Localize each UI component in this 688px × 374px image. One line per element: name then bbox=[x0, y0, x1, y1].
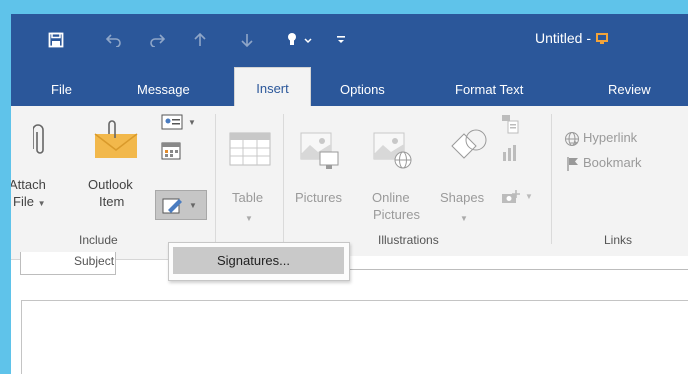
include-group-label: Include bbox=[79, 233, 118, 247]
calendar-button[interactable] bbox=[158, 140, 188, 164]
bookmark-button[interactable]: Bookmark bbox=[564, 155, 688, 175]
calendar-icon bbox=[161, 142, 181, 160]
shapes-dropdown-icon: ▼ bbox=[460, 214, 468, 223]
attach-file-label-2: File ▼ bbox=[13, 194, 46, 212]
signature-button[interactable]: ▼ bbox=[155, 190, 207, 220]
tab-format-text[interactable]: Format Text bbox=[455, 82, 523, 97]
window-title-text: Untitled - bbox=[535, 30, 595, 46]
screenshot-button[interactable]: ▼ bbox=[497, 186, 537, 210]
table-icon bbox=[229, 132, 271, 166]
pictures-label: Pictures bbox=[295, 190, 342, 205]
tab-file[interactable]: File bbox=[51, 82, 72, 97]
attach-file-button[interactable]: Attach File ▼ bbox=[11, 110, 73, 228]
tab-insert[interactable]: Insert bbox=[234, 67, 311, 106]
tables-group-separator bbox=[283, 114, 284, 244]
chart-icon bbox=[503, 145, 516, 161]
signature-dropdown-icon: ▼ bbox=[189, 201, 197, 210]
table-dropdown-icon: ▼ bbox=[245, 214, 253, 223]
screenshot-dropdown-icon: ▼ bbox=[525, 192, 533, 201]
bookmark-label: Bookmark bbox=[583, 155, 642, 170]
smartart-icon bbox=[502, 115, 519, 134]
shapes-icon bbox=[451, 129, 487, 159]
business-card-button[interactable]: ▼ bbox=[158, 112, 202, 136]
undo-icon[interactable] bbox=[103, 28, 125, 52]
links-group-label: Links bbox=[604, 233, 633, 247]
attach-file-label-1: Attach bbox=[11, 177, 46, 192]
outlook-item-label-1: Outlook bbox=[88, 177, 133, 192]
business-card-icon bbox=[161, 114, 183, 130]
outlook-item-icon bbox=[94, 120, 138, 158]
online-pictures-icon bbox=[373, 132, 412, 169]
subject-label: Subject bbox=[74, 254, 115, 268]
outlook-item-label-2: Item bbox=[99, 194, 125, 209]
illustrations-group-separator bbox=[551, 114, 552, 244]
pictures-icon bbox=[300, 132, 339, 169]
signatures-menu-item[interactable]: Signatures... bbox=[173, 247, 344, 274]
bookmark-icon bbox=[567, 157, 578, 171]
tab-insert-label: Insert bbox=[256, 81, 289, 96]
window-app-icon bbox=[595, 33, 608, 44]
business-card-dropdown-icon: ▼ bbox=[188, 118, 196, 127]
illustrations-group-label: Illustrations bbox=[378, 233, 439, 247]
table-button[interactable]: Table ▼ bbox=[223, 110, 279, 228]
hyperlink-label: Hyperlink bbox=[583, 130, 638, 145]
hyperlink-button[interactable]: Hyperlink bbox=[564, 130, 688, 150]
outlook-message-window: Untitled - File Message Insert Options F… bbox=[11, 14, 688, 374]
customize-qat-icon[interactable] bbox=[330, 28, 352, 52]
shapes-label: Shapes bbox=[440, 190, 485, 205]
signature-dropdown-menu: Signatures... bbox=[168, 242, 350, 281]
paperclip-icon bbox=[33, 124, 44, 154]
pictures-button[interactable]: Pictures bbox=[290, 110, 350, 228]
shapes-button[interactable]: Shapes ▼ bbox=[438, 110, 494, 228]
tab-review[interactable]: Review bbox=[608, 82, 651, 97]
signatures-menu-item-label: Signatures... bbox=[217, 253, 290, 268]
chart-button[interactable] bbox=[497, 140, 523, 166]
save-icon[interactable] bbox=[45, 28, 67, 52]
arrow-up-icon[interactable] bbox=[189, 28, 211, 52]
outlook-item-button[interactable]: Outlook Item bbox=[77, 110, 153, 228]
redo-icon[interactable] bbox=[146, 28, 168, 52]
include-group-separator bbox=[215, 114, 216, 244]
signature-icon bbox=[162, 198, 182, 214]
arrow-down-icon[interactable] bbox=[236, 28, 258, 52]
attach-file-label-2-text: File bbox=[13, 194, 34, 209]
smartart-button[interactable] bbox=[497, 112, 523, 138]
hyperlink-icon bbox=[565, 132, 579, 146]
online-pictures-button[interactable]: Online Pictures bbox=[363, 110, 423, 228]
window-title: Untitled - bbox=[535, 30, 609, 46]
message-body[interactable] bbox=[21, 300, 688, 374]
tab-options[interactable]: Options bbox=[340, 82, 385, 97]
tab-message[interactable]: Message bbox=[137, 82, 190, 97]
online-pictures-label-1: Online bbox=[372, 190, 410, 205]
screenshot-icon bbox=[502, 190, 520, 203]
online-pictures-label-2: Pictures bbox=[373, 207, 420, 222]
touch-mode-icon[interactable] bbox=[280, 28, 320, 52]
table-label: Table bbox=[232, 190, 264, 205]
attach-file-dropdown-icon: ▼ bbox=[37, 199, 46, 208]
